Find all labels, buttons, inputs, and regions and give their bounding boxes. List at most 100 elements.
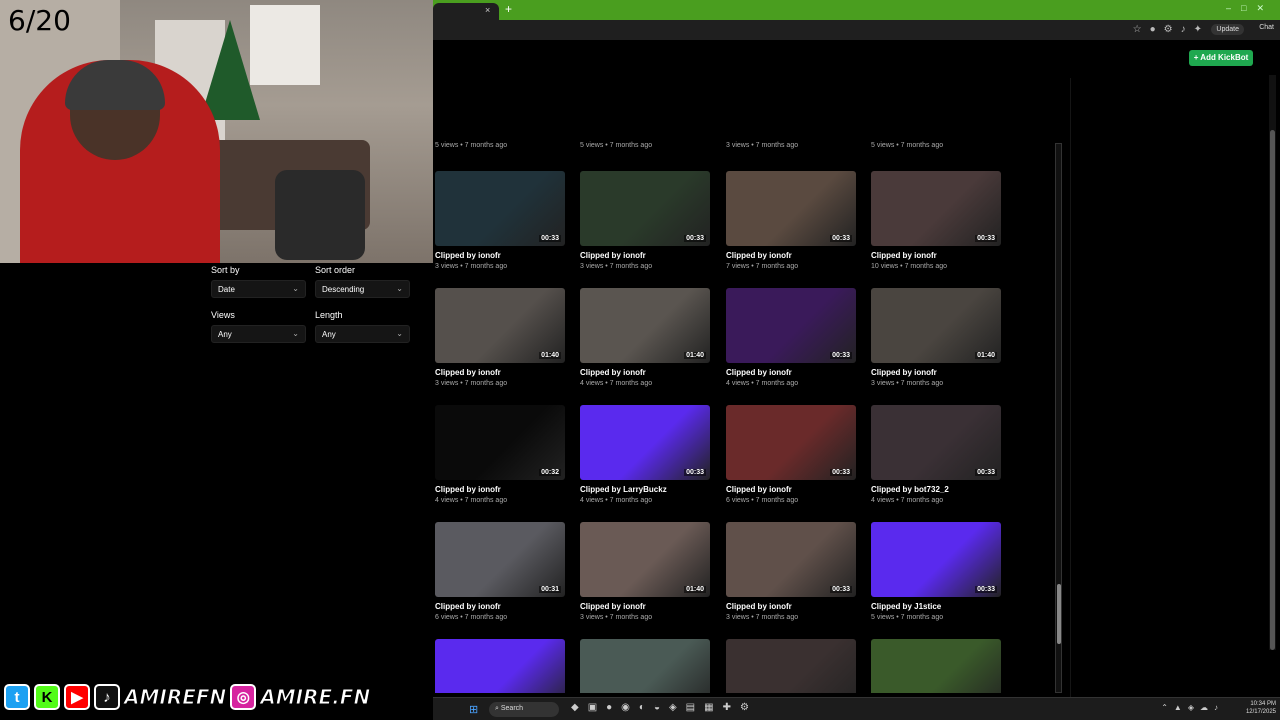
clip-duration: 00:33 xyxy=(684,469,706,476)
clip-title[interactable]: Clipped by LarryBuckz xyxy=(580,485,667,494)
clip-duration: 00:33 xyxy=(975,586,997,593)
browser-tab[interactable]: × xyxy=(433,3,499,20)
clip-card[interactable]: 00:33 Clipped by ionofr 4 views • 7 months… xyxy=(726,288,856,387)
social-handle: AMIRE.FN xyxy=(260,685,371,710)
add-kickbot-button[interactable]: + Add KickBot xyxy=(1189,50,1253,66)
clip-thumbnail[interactable] xyxy=(726,639,856,693)
clip-card[interactable] xyxy=(871,639,1001,693)
clip-meta: 4 views • 7 months ago xyxy=(726,380,799,387)
taskbar-search[interactable]: ⌕ Search xyxy=(489,702,559,717)
clip-card[interactable]: 00:33 Clipped by LarryBuckz 4 views • 7 mo… xyxy=(580,405,710,504)
youtube-icon: ▶ xyxy=(64,684,90,710)
clip-card[interactable]: 00:31 Clipped by ionofr 6 views • 7 months… xyxy=(435,522,565,621)
clip-card[interactable]: 00:33 Clipped by ionofr 7 views • 7 months… xyxy=(726,171,856,270)
clip-title[interactable]: Clipped by ionofr xyxy=(580,251,646,260)
social-handle: AMIREFN xyxy=(123,685,227,710)
clip-thumbnail[interactable] xyxy=(580,639,710,693)
clip-meta: 4 views • 7 months ago xyxy=(871,497,944,504)
browser-address-bar[interactable]: ☆●⚙♪✦ Update Chat xyxy=(433,20,1280,40)
clips-scrollbar-thumb[interactable] xyxy=(1057,584,1061,644)
clip-card[interactable]: 00:33 Clipped by bot732_2 4 views • 7 mont… xyxy=(871,405,1001,504)
clip-duration: 00:33 xyxy=(975,469,997,476)
clip-card[interactable] xyxy=(726,639,856,693)
clip-meta: 4 views • 7 months ago xyxy=(580,380,653,387)
taskbar-app-icons[interactable]: ◆▣●◉◐◒◈▤▦✚⚙ xyxy=(571,702,758,713)
clip-title[interactable]: Clipped by ionofr xyxy=(435,251,501,260)
clip-title[interactable]: Clipped by J1stice xyxy=(871,602,941,611)
clip-title[interactable]: Clipped by ionofr xyxy=(726,251,792,260)
clip-title[interactable]: Clipped by ionofr xyxy=(435,485,501,494)
webcam-christmas-tree xyxy=(200,20,260,120)
windows-start-icon[interactable]: ⊞ xyxy=(469,703,478,716)
clip-card[interactable]: 01:40 Clipped by ionofr 3 views • 7 months… xyxy=(435,288,565,387)
kick-icon: K xyxy=(34,684,60,710)
social-bar: t K ▶ ♪ AMIREFN ◎ AMIRE.FN xyxy=(0,682,380,712)
chevron-down-icon: ⌄ xyxy=(396,284,403,293)
clip-card[interactable]: 00:33 Clipped by ionofr 6 views • 7 months… xyxy=(726,405,856,504)
extension-icons[interactable]: ☆●⚙♪✦ xyxy=(1133,24,1210,35)
instagram-icon: ◎ xyxy=(230,684,257,710)
taskbar: ⊞ ⌕ Search ◆▣●◉◐◒◈▤▦✚⚙ ⌃▲◈☁♪ 10:34 PM 12… xyxy=(433,697,1280,720)
clip-card[interactable]: 01:40 Clipped by ionofr 3 views • 7 months… xyxy=(580,522,710,621)
new-tab-icon[interactable]: + xyxy=(505,2,512,16)
page-scrollbar[interactable] xyxy=(1269,75,1276,650)
clip-card[interactable]: 01:40 Clipped by ionofr 3 views • 7 months… xyxy=(871,288,1001,387)
clip-meta: 6 views • 7 months ago xyxy=(435,614,508,621)
taskbar-clock[interactable]: 10:34 PM 12/17/2025 xyxy=(1246,700,1276,716)
clip-title[interactable]: Clipped by ionofr xyxy=(871,251,937,260)
clip-meta: 4 views • 7 months ago xyxy=(580,497,653,504)
clip-card[interactable]: 00:33 Clipped by ionofr 10 views • 7 month… xyxy=(871,171,1001,270)
clip-title[interactable]: Clipped by ionofr xyxy=(435,602,501,611)
clip-meta: 7 views • 7 months ago xyxy=(726,263,799,270)
clip-duration: 00:33 xyxy=(830,235,852,242)
clip-card[interactable]: 00:33 Clipped by ionofr 3 views • 7 months… xyxy=(435,171,565,270)
system-tray-icons[interactable]: ⌃▲◈☁♪ xyxy=(1161,703,1224,712)
sort-by-label: Sort by xyxy=(211,265,240,275)
sort-by-value: Date xyxy=(218,285,235,294)
clip-card[interactable]: 00:32 Clipped by ionofr 4 views • 7 months… xyxy=(435,405,565,504)
length-label: Length xyxy=(315,310,343,320)
tab-close-icon[interactable]: × xyxy=(485,5,490,15)
clip-duration: 00:33 xyxy=(684,235,706,242)
clip-title[interactable]: Clipped by ionofr xyxy=(726,602,792,611)
clip-meta: 4 views • 7 months ago xyxy=(435,497,508,504)
sort-order-select[interactable]: Descending ⌄ xyxy=(315,280,410,298)
clip-duration: 00:33 xyxy=(830,586,852,593)
length-select[interactable]: Any ⌄ xyxy=(315,325,410,343)
chat-button[interactable]: Chat xyxy=(1259,24,1274,31)
clip-card[interactable] xyxy=(435,639,565,693)
clip-card[interactable] xyxy=(580,639,710,693)
clip-title[interactable]: Clipped by ionofr xyxy=(580,602,646,611)
webcam-feed: 6/20 xyxy=(0,0,433,263)
webcam-chair xyxy=(275,170,365,260)
clips-scrollbar[interactable] xyxy=(1055,143,1062,693)
chevron-down-icon: ⌄ xyxy=(396,329,403,338)
clip-title[interactable]: Clipped by ionofr xyxy=(726,368,792,377)
clip-duration: 00:33 xyxy=(830,469,852,476)
sort-order-label: Sort order xyxy=(315,265,356,275)
views-select[interactable]: Any ⌄ xyxy=(211,325,306,343)
clip-title[interactable]: Clipped by bot732_2 xyxy=(871,485,949,494)
clip-meta: 5 views • 7 months ago xyxy=(871,142,944,149)
clip-meta: 3 views • 7 months ago xyxy=(580,614,653,621)
sort-by-select[interactable]: Date ⌄ xyxy=(211,280,306,298)
chevron-down-icon: ⌄ xyxy=(292,329,299,338)
browser-tab-bar: × + –□✕ xyxy=(433,0,1280,20)
length-value: Any xyxy=(322,330,336,339)
clip-title[interactable]: Clipped by ionofr xyxy=(726,485,792,494)
clip-title[interactable]: Clipped by ionofr xyxy=(871,368,937,377)
clip-thumbnail[interactable] xyxy=(871,639,1001,693)
clip-title[interactable]: Clipped by ionofr xyxy=(435,368,501,377)
clip-title[interactable]: Clipped by ionofr xyxy=(580,368,646,377)
clip-card[interactable]: 01:40 Clipped by ionofr 4 views • 7 months… xyxy=(580,288,710,387)
clip-card[interactable]: 00:33 Clipped by ionofr 3 views • 7 months… xyxy=(580,171,710,270)
clip-card[interactable]: 00:33 Clipped by ionofr 3 views • 7 months… xyxy=(726,522,856,621)
page-scrollbar-thumb[interactable] xyxy=(1270,130,1275,650)
clip-thumbnail[interactable] xyxy=(435,639,565,693)
update-button[interactable]: Update xyxy=(1211,24,1244,35)
clip-card[interactable]: 00:33 Clipped by J1stice 5 views • 7 month… xyxy=(871,522,1001,621)
views-label: Views xyxy=(211,310,235,320)
window-controls[interactable]: –□✕ xyxy=(1226,3,1274,14)
clip-meta: 3 views • 7 months ago xyxy=(871,380,944,387)
sort-order-value: Descending xyxy=(322,285,365,294)
